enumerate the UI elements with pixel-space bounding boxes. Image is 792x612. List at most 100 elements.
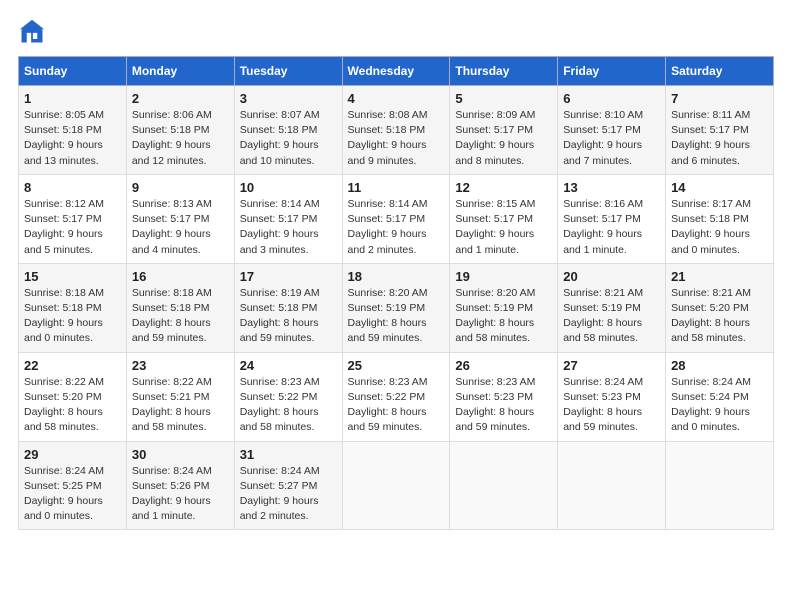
day-info: Sunrise: 8:05 AMSunset: 5:18 PMDaylight:… (24, 108, 121, 169)
day-number: 21 (671, 269, 768, 284)
day-info: Sunrise: 8:21 AMSunset: 5:20 PMDaylight:… (671, 286, 768, 347)
day-number: 6 (563, 91, 660, 106)
day-info: Sunrise: 8:14 AMSunset: 5:17 PMDaylight:… (348, 197, 445, 258)
day-number: 5 (455, 91, 552, 106)
day-info: Sunrise: 8:12 AMSunset: 5:17 PMDaylight:… (24, 197, 121, 258)
day-number: 20 (563, 269, 660, 284)
logo-icon (18, 18, 46, 46)
day-number: 9 (132, 180, 229, 195)
calendar-cell: 6 Sunrise: 8:10 AMSunset: 5:17 PMDaylight… (558, 86, 666, 175)
calendar-cell: 31 Sunrise: 8:24 AMSunset: 5:27 PMDayligh… (234, 441, 342, 530)
calendar-cell: 11 Sunrise: 8:14 AMSunset: 5:17 PMDayligh… (342, 174, 450, 263)
calendar-cell: 7 Sunrise: 8:11 AMSunset: 5:17 PMDaylight… (666, 86, 774, 175)
calendar-cell: 13 Sunrise: 8:16 AMSunset: 5:17 PMDayligh… (558, 174, 666, 263)
day-number: 25 (348, 358, 445, 373)
calendar-cell (342, 441, 450, 530)
calendar-cell: 26Sunrise: 8:23 AMSunset: 5:23 PMDayligh… (450, 352, 558, 441)
calendar-cell: 4 Sunrise: 8:08 AMSunset: 5:18 PMDaylight… (342, 86, 450, 175)
calendar-cell: 28Sunrise: 8:24 AMSunset: 5:24 PMDayligh… (666, 352, 774, 441)
calendar-cell: 29 Sunrise: 8:24 AMSunset: 5:25 PMDayligh… (19, 441, 127, 530)
col-header-wednesday: Wednesday (342, 57, 450, 86)
page: SundayMondayTuesdayWednesdayThursdayFrid… (0, 0, 792, 612)
calendar-cell: 20 Sunrise: 8:21 AMSunset: 5:19 PMDayligh… (558, 263, 666, 352)
calendar-cell: 8Sunrise: 8:12 AMSunset: 5:17 PMDaylight… (19, 174, 127, 263)
day-number: 11 (348, 180, 445, 195)
day-info: Sunrise: 8:08 AMSunset: 5:18 PMDaylight:… (348, 108, 445, 169)
day-info: Sunrise: 8:14 AMSunset: 5:17 PMDaylight:… (240, 197, 337, 258)
day-number: 2 (132, 91, 229, 106)
calendar-cell: 22 Sunrise: 8:22 AMSunset: 5:20 PMDayligh… (19, 352, 127, 441)
day-info: Sunrise: 8:16 AMSunset: 5:17 PMDaylight:… (563, 197, 660, 258)
day-number: 18 (348, 269, 445, 284)
day-info: Sunrise: 8:13 AMSunset: 5:17 PMDaylight:… (132, 197, 229, 258)
day-number: 22 (24, 358, 121, 373)
calendar-week-row: 8Sunrise: 8:12 AMSunset: 5:17 PMDaylight… (19, 174, 774, 263)
col-header-monday: Monday (126, 57, 234, 86)
day-number: 17 (240, 269, 337, 284)
calendar-cell: 1 Sunrise: 8:05 AMSunset: 5:18 PMDaylight… (19, 86, 127, 175)
day-number: 3 (240, 91, 337, 106)
day-info: Sunrise: 8:23 AMSunset: 5:22 PMDaylight:… (348, 375, 445, 436)
day-info: Sunrise: 8:19 AMSunset: 5:18 PMDaylight:… (240, 286, 337, 347)
day-info: Sunrise: 8:23 AMSunset: 5:22 PMDaylight:… (240, 375, 337, 436)
calendar-week-row: 15Sunrise: 8:18 AMSunset: 5:18 PMDayligh… (19, 263, 774, 352)
calendar-cell: 19Sunrise: 8:20 AMSunset: 5:19 PMDayligh… (450, 263, 558, 352)
header (18, 18, 774, 46)
calendar-cell (666, 441, 774, 530)
day-info: Sunrise: 8:22 AMSunset: 5:21 PMDaylight:… (132, 375, 229, 436)
calendar-cell (558, 441, 666, 530)
calendar-cell: 27Sunrise: 8:24 AMSunset: 5:23 PMDayligh… (558, 352, 666, 441)
day-info: Sunrise: 8:17 AMSunset: 5:18 PMDaylight:… (671, 197, 768, 258)
calendar-cell: 21 Sunrise: 8:21 AMSunset: 5:20 PMDayligh… (666, 263, 774, 352)
day-number: 31 (240, 447, 337, 462)
calendar-week-row: 29 Sunrise: 8:24 AMSunset: 5:25 PMDayligh… (19, 441, 774, 530)
day-number: 7 (671, 91, 768, 106)
day-info: Sunrise: 8:07 AMSunset: 5:18 PMDaylight:… (240, 108, 337, 169)
calendar-week-row: 22 Sunrise: 8:22 AMSunset: 5:20 PMDayligh… (19, 352, 774, 441)
day-info: Sunrise: 8:18 AMSunset: 5:18 PMDaylight:… (132, 286, 229, 347)
day-info: Sunrise: 8:10 AMSunset: 5:17 PMDaylight:… (563, 108, 660, 169)
col-header-saturday: Saturday (666, 57, 774, 86)
day-number: 1 (24, 91, 121, 106)
day-info: Sunrise: 8:20 AMSunset: 5:19 PMDaylight:… (455, 286, 552, 347)
calendar-cell: 10Sunrise: 8:14 AMSunset: 5:17 PMDayligh… (234, 174, 342, 263)
calendar-cell: 9 Sunrise: 8:13 AMSunset: 5:17 PMDaylight… (126, 174, 234, 263)
day-info: Sunrise: 8:22 AMSunset: 5:20 PMDaylight:… (24, 375, 121, 436)
day-info: Sunrise: 8:24 AMSunset: 5:25 PMDaylight:… (24, 464, 121, 525)
calendar-cell: 30Sunrise: 8:24 AMSunset: 5:26 PMDayligh… (126, 441, 234, 530)
day-number: 16 (132, 269, 229, 284)
day-number: 27 (563, 358, 660, 373)
calendar-cell: 24 Sunrise: 8:23 AMSunset: 5:22 PMDayligh… (234, 352, 342, 441)
calendar-cell: 12 Sunrise: 8:15 AMSunset: 5:17 PMDayligh… (450, 174, 558, 263)
calendar-cell: 15Sunrise: 8:18 AMSunset: 5:18 PMDayligh… (19, 263, 127, 352)
day-info: Sunrise: 8:18 AMSunset: 5:18 PMDaylight:… (24, 286, 121, 347)
day-info: Sunrise: 8:15 AMSunset: 5:17 PMDaylight:… (455, 197, 552, 258)
day-info: Sunrise: 8:21 AMSunset: 5:19 PMDaylight:… (563, 286, 660, 347)
day-info: Sunrise: 8:24 AMSunset: 5:27 PMDaylight:… (240, 464, 337, 525)
day-number: 14 (671, 180, 768, 195)
calendar-cell: 18Sunrise: 8:20 AMSunset: 5:19 PMDayligh… (342, 263, 450, 352)
calendar-cell (450, 441, 558, 530)
day-info: Sunrise: 8:23 AMSunset: 5:23 PMDaylight:… (455, 375, 552, 436)
calendar-cell: 3 Sunrise: 8:07 AMSunset: 5:18 PMDaylight… (234, 86, 342, 175)
day-info: Sunrise: 8:11 AMSunset: 5:17 PMDaylight:… (671, 108, 768, 169)
col-header-sunday: Sunday (19, 57, 127, 86)
day-number: 24 (240, 358, 337, 373)
col-header-tuesday: Tuesday (234, 57, 342, 86)
day-number: 12 (455, 180, 552, 195)
logo (18, 18, 50, 46)
calendar-cell: 2 Sunrise: 8:06 AMSunset: 5:18 PMDaylight… (126, 86, 234, 175)
day-number: 28 (671, 358, 768, 373)
day-number: 13 (563, 180, 660, 195)
calendar-cell: 23Sunrise: 8:22 AMSunset: 5:21 PMDayligh… (126, 352, 234, 441)
day-info: Sunrise: 8:09 AMSunset: 5:17 PMDaylight:… (455, 108, 552, 169)
calendar-cell: 25 Sunrise: 8:23 AMSunset: 5:22 PMDayligh… (342, 352, 450, 441)
calendar-week-row: 1 Sunrise: 8:05 AMSunset: 5:18 PMDaylight… (19, 86, 774, 175)
col-header-thursday: Thursday (450, 57, 558, 86)
calendar-cell: 14 Sunrise: 8:17 AMSunset: 5:18 PMDayligh… (666, 174, 774, 263)
day-number: 29 (24, 447, 121, 462)
col-header-friday: Friday (558, 57, 666, 86)
calendar-cell: 17 Sunrise: 8:19 AMSunset: 5:18 PMDayligh… (234, 263, 342, 352)
day-number: 4 (348, 91, 445, 106)
day-info: Sunrise: 8:06 AMSunset: 5:18 PMDaylight:… (132, 108, 229, 169)
